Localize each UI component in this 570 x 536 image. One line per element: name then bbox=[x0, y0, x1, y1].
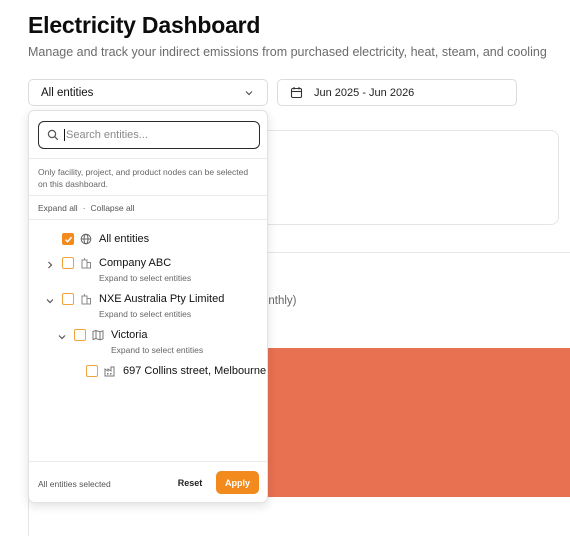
checkbox[interactable] bbox=[86, 365, 98, 377]
tree-item-company-abc[interactable]: Company ABC bbox=[62, 256, 171, 270]
tree-item-label: Company ABC bbox=[99, 257, 172, 269]
search-icon bbox=[47, 129, 59, 141]
tree-item-all-entities[interactable]: All entities bbox=[62, 232, 149, 246]
chevron-down-icon bbox=[243, 87, 255, 99]
selection-note: Only facility, project, and product node… bbox=[38, 167, 249, 189]
chart-bar bbox=[230, 348, 570, 497]
apply-button[interactable]: Apply bbox=[216, 471, 259, 494]
search-box[interactable] bbox=[38, 121, 260, 149]
text-cursor bbox=[64, 129, 65, 141]
page-subtitle: Manage and track your indirect emissions… bbox=[28, 45, 547, 59]
factory-icon bbox=[104, 365, 116, 377]
tree-item-hint: Expand to select entities bbox=[99, 309, 192, 319]
search-input[interactable] bbox=[66, 129, 246, 141]
building-icon bbox=[80, 257, 92, 269]
tree-item-label: NXE Australia Pty Limited bbox=[99, 293, 225, 305]
expand-all-button[interactable]: Expand all bbox=[38, 203, 78, 213]
date-range-picker[interactable]: Jun 2025 - Jun 2026 bbox=[277, 79, 517, 106]
reset-button[interactable]: Reset bbox=[172, 472, 208, 494]
calendar-icon bbox=[290, 86, 303, 99]
divider bbox=[29, 219, 267, 220]
expand-collapse-controls: Expand all · Collapse all bbox=[38, 203, 135, 213]
checkbox[interactable] bbox=[62, 257, 74, 269]
tree-item-label: 697 Collins street, Melbourne bbox=[123, 365, 267, 377]
map-icon bbox=[92, 329, 104, 341]
divider bbox=[29, 461, 267, 462]
selection-status: All entities selected bbox=[38, 479, 111, 489]
checkbox-checked[interactable] bbox=[62, 233, 74, 245]
entity-filter-select[interactable]: All entities bbox=[28, 79, 268, 106]
tree-item-victoria[interactable]: Victoria bbox=[74, 328, 147, 342]
chevron-down-icon[interactable] bbox=[57, 332, 67, 342]
divider bbox=[29, 195, 267, 196]
checkbox[interactable] bbox=[74, 329, 86, 341]
tree-item-collins-street[interactable]: 697 Collins street, Melbourne bbox=[86, 364, 266, 378]
date-range-value: Jun 2025 - Jun 2026 bbox=[314, 86, 415, 99]
tree-item-nxe-australia[interactable]: NXE Australia Pty Limited bbox=[62, 292, 224, 306]
entity-filter-value: All entities bbox=[41, 86, 94, 99]
entity-dropdown-panel: Only facility, project, and product node… bbox=[28, 110, 268, 503]
divider bbox=[29, 158, 267, 159]
checkbox[interactable] bbox=[62, 293, 74, 305]
chevron-down-icon[interactable] bbox=[45, 296, 55, 306]
chevron-right-icon[interactable] bbox=[45, 260, 55, 270]
tree-item-label: All entities bbox=[99, 233, 150, 245]
tree-item-label: Victoria bbox=[111, 329, 148, 341]
tree-item-hint: Expand to select entities bbox=[99, 273, 192, 283]
globe-icon bbox=[80, 233, 92, 245]
collapse-all-button[interactable]: Collapse all bbox=[91, 203, 135, 213]
tree-item-hint: Expand to select entities bbox=[111, 345, 204, 355]
separator-dot: · bbox=[82, 203, 86, 213]
building-icon bbox=[80, 293, 92, 305]
page-title: Electricity Dashboard bbox=[28, 12, 261, 38]
